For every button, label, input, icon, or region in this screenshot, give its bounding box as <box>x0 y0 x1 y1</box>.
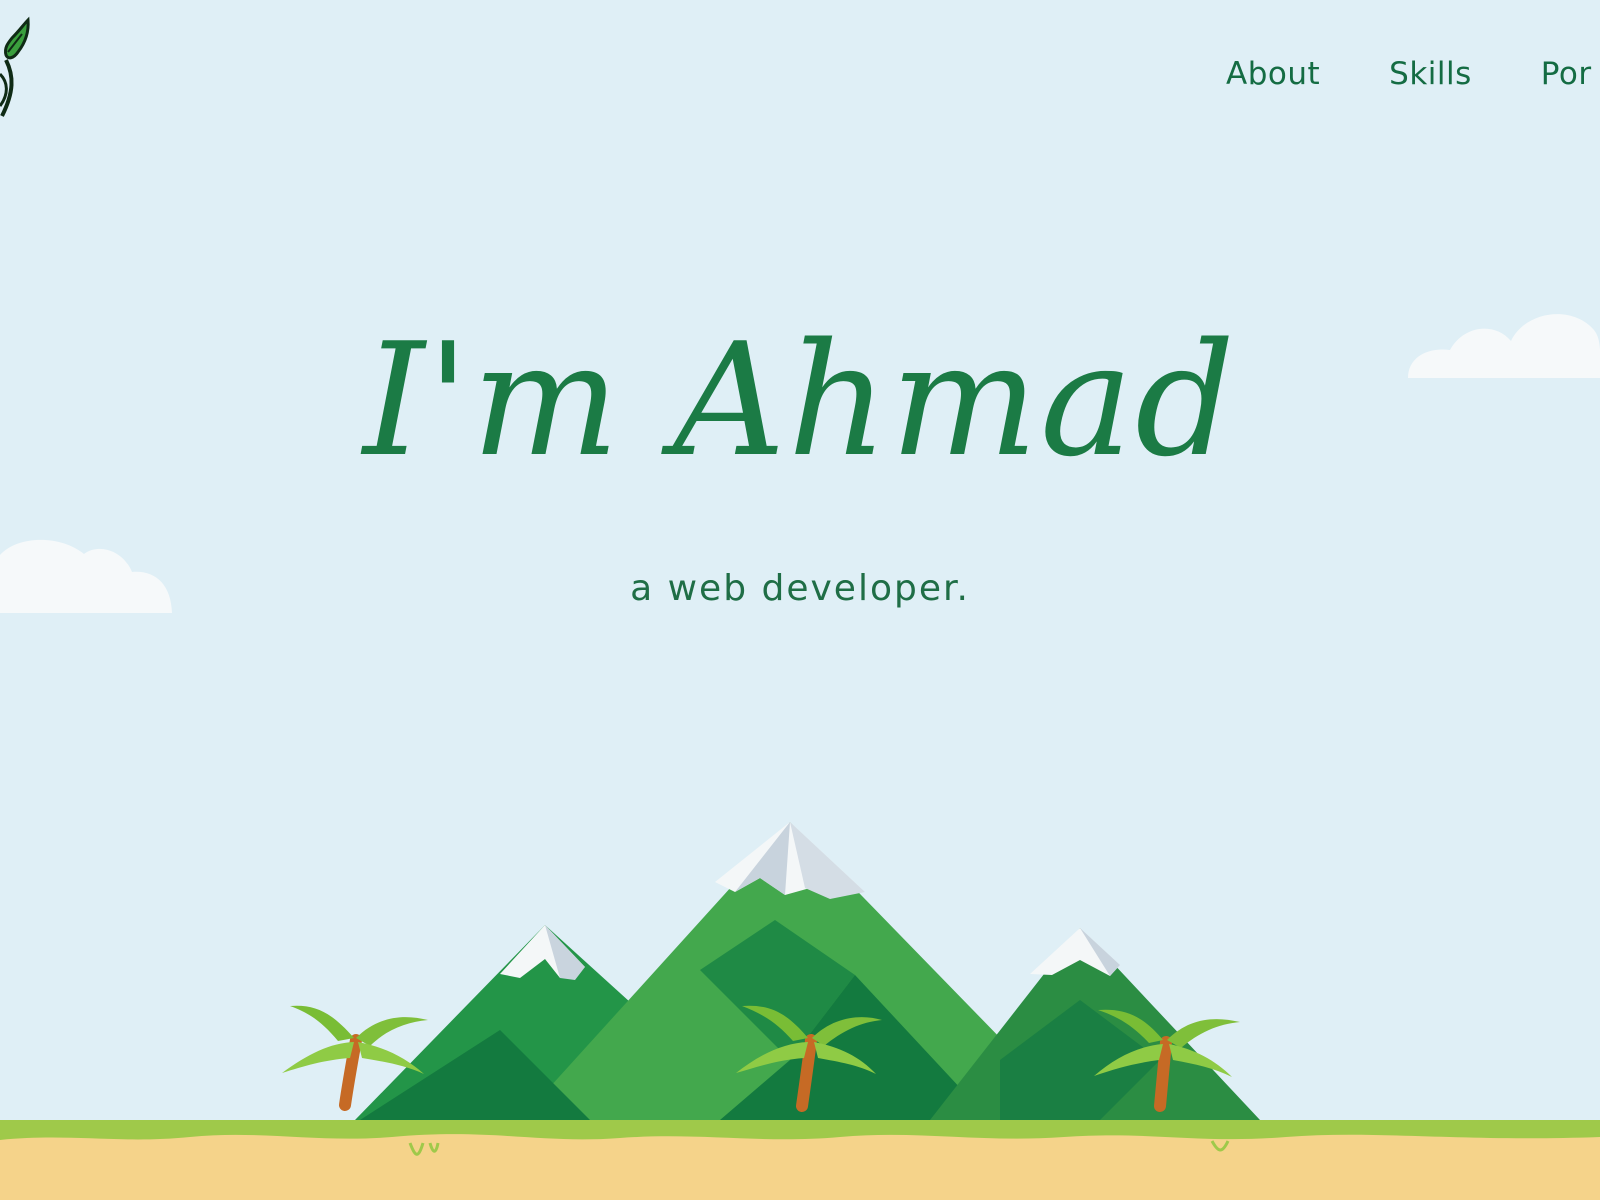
hero-title: I'm Ahmad <box>363 309 1237 491</box>
top-navigation: About Skills Por <box>1226 56 1592 92</box>
nav-skills-link[interactable]: Skills <box>1389 56 1472 92</box>
landscape-illustration <box>0 822 1600 1200</box>
nav-portfolio-link[interactable]: Por <box>1541 56 1592 92</box>
nav-about-link[interactable]: About <box>1226 56 1320 92</box>
hero-subtitle: a web developer. <box>630 568 970 609</box>
leaf-logo-icon[interactable] <box>0 0 40 130</box>
sand-strip <box>0 1134 1600 1200</box>
